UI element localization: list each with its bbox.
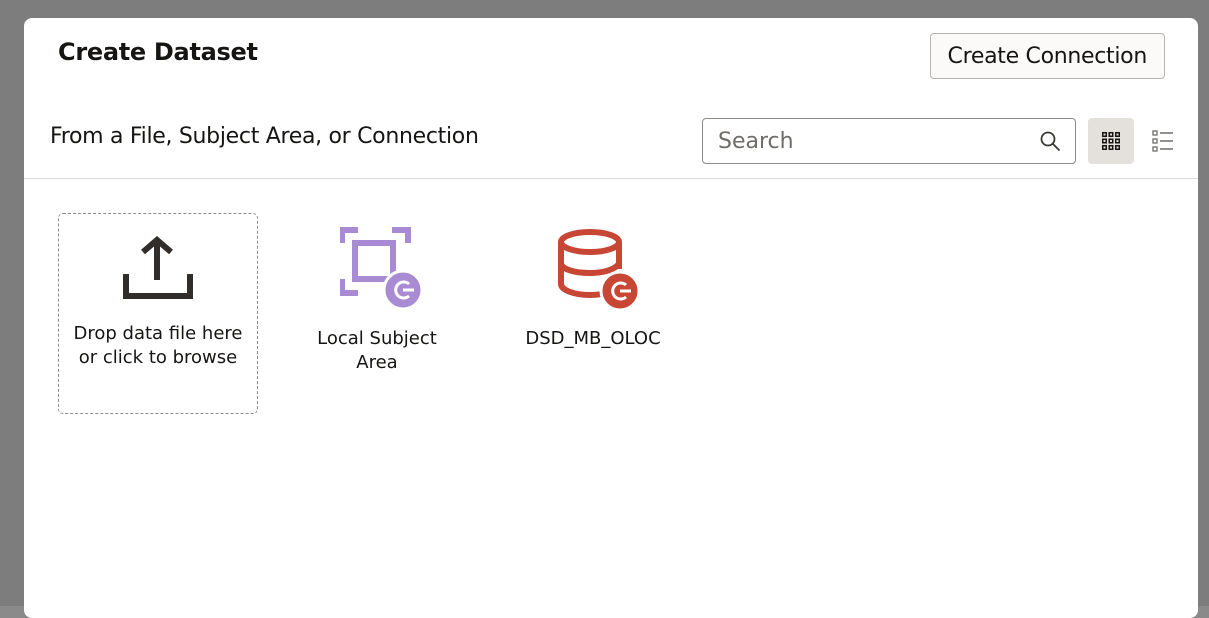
header-divider <box>24 178 1198 179</box>
source-connection-dsd[interactable]: DSD_MB_OLOC <box>508 223 678 363</box>
source-local-subject-area[interactable]: Local Subject Area <box>294 223 460 383</box>
search-input[interactable] <box>716 127 1020 155</box>
source-label: DSD_MB_OLOC <box>525 328 661 349</box>
search-box[interactable] <box>702 118 1076 164</box>
backdrop: Create Dataset Create Connection From a … <box>0 0 1209 618</box>
create-connection-button[interactable]: Create Connection <box>929 33 1165 79</box>
source-label: Local Subject Area <box>317 328 437 373</box>
search-icon[interactable] <box>1039 130 1061 152</box>
dialog-subtitle: From a File, Subject Area, or Connection <box>50 124 479 149</box>
subject-area-icon <box>340 227 424 311</box>
drop-file-label: Drop data file here or click to browse <box>73 323 243 368</box>
list-view-icon <box>1152 130 1173 152</box>
upload-icon <box>123 236 193 299</box>
grid-view-icon <box>1102 132 1120 150</box>
dialog-title: Create Dataset <box>58 38 258 66</box>
grid-view-button[interactable] <box>1088 118 1134 164</box>
database-icon <box>558 229 641 312</box>
list-view-button[interactable] <box>1140 118 1186 164</box>
drop-file-zone[interactable]: Drop data file here or click to browse <box>58 213 258 414</box>
create-dataset-dialog: Create Dataset Create Connection From a … <box>24 18 1198 618</box>
